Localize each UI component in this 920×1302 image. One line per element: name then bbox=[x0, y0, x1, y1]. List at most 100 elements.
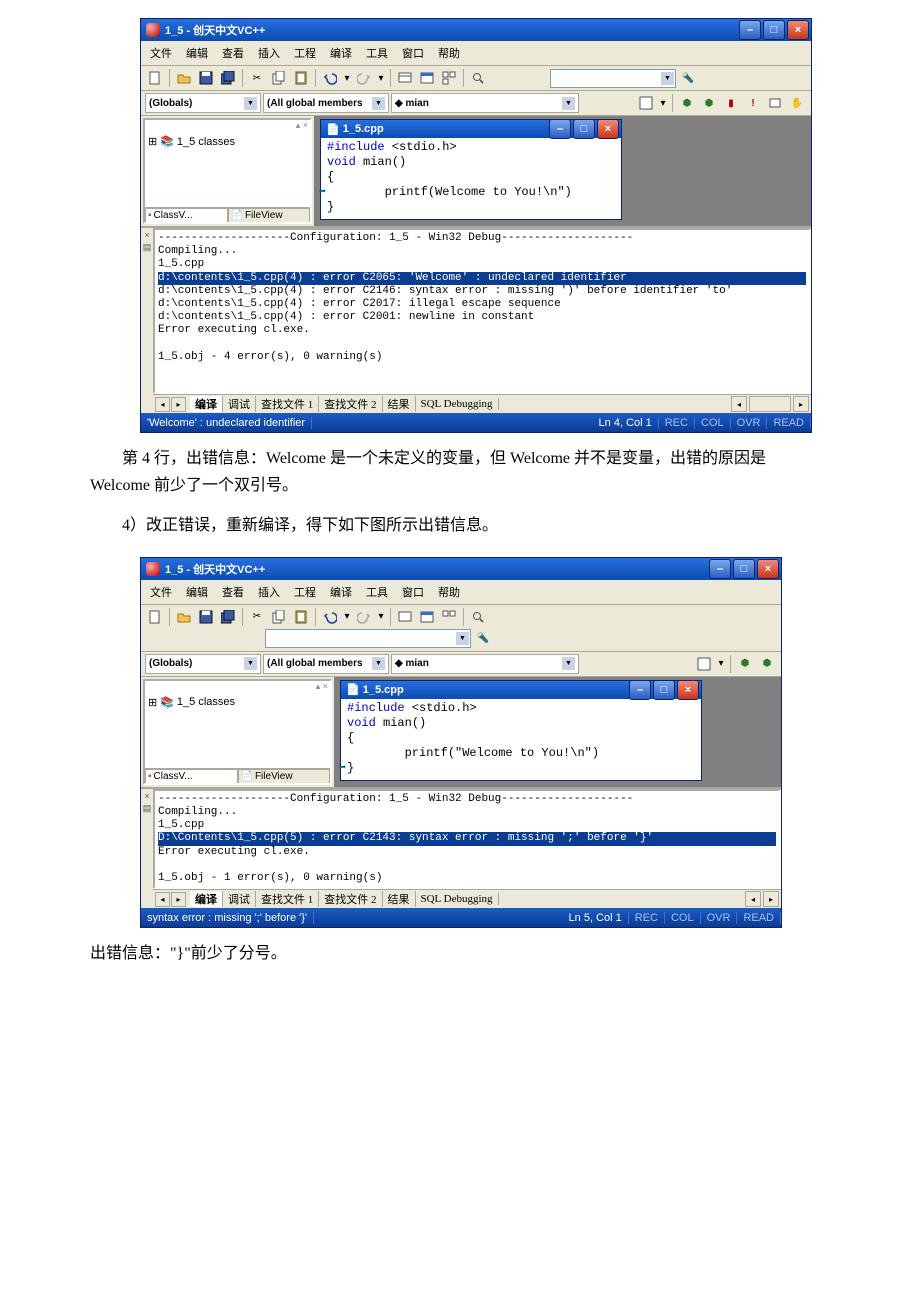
tab-fileview[interactable]: 📄FileView bbox=[228, 208, 311, 222]
build-icon[interactable]: ⬢ bbox=[677, 93, 697, 113]
outtab-build[interactable]: 编译 bbox=[190, 396, 223, 412]
scroll-left-icon[interactable]: ◂ bbox=[745, 891, 761, 907]
menu-edit[interactable]: 编辑 bbox=[183, 583, 211, 601]
go-icon[interactable] bbox=[765, 93, 785, 113]
close-button[interactable]: × bbox=[787, 20, 809, 40]
outtab-find1[interactable]: 查找文件 1 bbox=[256, 396, 319, 412]
output-pin-icon[interactable]: ▤ bbox=[143, 803, 152, 814]
workspace-icon[interactable] bbox=[395, 68, 415, 88]
find-combo[interactable]: ▼ bbox=[265, 629, 471, 648]
find-icon[interactable]: 🔦 bbox=[473, 629, 493, 649]
breakpoint-icon[interactable]: ✋ bbox=[787, 93, 807, 113]
save-all-icon[interactable] bbox=[218, 68, 238, 88]
expand-icon[interactable]: ⊞ bbox=[148, 696, 157, 709]
outtab-results[interactable]: 结果 bbox=[383, 396, 416, 412]
cut-icon[interactable]: ✂ bbox=[247, 68, 267, 88]
outtab-debug[interactable]: 调试 bbox=[223, 396, 256, 412]
scroll-right-icon[interactable]: ▸ bbox=[793, 396, 809, 412]
tab-fileview[interactable]: 📄FileView bbox=[238, 769, 331, 783]
menu-view[interactable]: 查看 bbox=[219, 44, 247, 62]
selected-error-line[interactable]: d:\contents\1_5.cpp(4) : error C2065: 'W… bbox=[158, 272, 806, 285]
build-icon[interactable]: ⬢ bbox=[735, 654, 755, 674]
code-editor[interactable]: #include <stdio.h> void mian() { ➡ print… bbox=[321, 138, 621, 219]
output-pin-icon[interactable]: ▤ bbox=[143, 242, 152, 253]
scroll-right-icon[interactable]: ▸ bbox=[763, 891, 779, 907]
menu-tools[interactable]: 工具 bbox=[363, 583, 391, 601]
tab-classview[interactable]: ▪ClassV... bbox=[145, 769, 238, 783]
child-close-button[interactable]: × bbox=[677, 680, 699, 700]
output-icon[interactable] bbox=[417, 607, 437, 627]
find-combo[interactable]: ▼ bbox=[550, 69, 676, 88]
maximize-button[interactable]: □ bbox=[763, 20, 785, 40]
outtab-prev-icon[interactable]: ◂ bbox=[155, 397, 170, 412]
redo-drop-icon[interactable]: ▾ bbox=[376, 607, 386, 627]
child-max-button[interactable]: □ bbox=[653, 680, 675, 700]
redo-icon[interactable] bbox=[354, 68, 374, 88]
menu-project[interactable]: 工程 bbox=[291, 583, 319, 601]
save-icon[interactable] bbox=[196, 607, 216, 627]
new-file-icon[interactable] bbox=[145, 68, 165, 88]
execute-icon[interactable]: ! bbox=[743, 93, 763, 113]
open-icon[interactable] bbox=[174, 607, 194, 627]
scope-combo[interactable]: (Globals)▼ bbox=[145, 93, 261, 113]
wiz-drop-icon[interactable]: ▾ bbox=[716, 654, 726, 674]
stop-build-icon[interactable]: ▮ bbox=[721, 93, 741, 113]
workspace-icon[interactable] bbox=[395, 607, 415, 627]
menu-build[interactable]: 编译 bbox=[327, 44, 355, 62]
expand-icon[interactable]: ⊞ bbox=[148, 135, 157, 148]
output-pane[interactable]: --------------------Configuration: 1_5 -… bbox=[153, 228, 811, 394]
titlebar[interactable]: 1_5 - 创天中文VC++ – □ × bbox=[141, 558, 781, 580]
outtab-next-icon[interactable]: ▸ bbox=[171, 892, 186, 907]
paste-icon[interactable] bbox=[291, 607, 311, 627]
undo-icon[interactable] bbox=[320, 607, 340, 627]
menu-insert[interactable]: 插入 bbox=[255, 583, 283, 601]
cut-icon[interactable]: ✂ bbox=[247, 607, 267, 627]
wiz-action-icon[interactable] bbox=[636, 93, 656, 113]
new-file-icon[interactable] bbox=[145, 607, 165, 627]
menu-tools[interactable]: 工具 bbox=[363, 44, 391, 62]
output-pane[interactable]: --------------------Configuration: 1_5 -… bbox=[153, 789, 781, 889]
outtab-sql[interactable]: SQL Debugging bbox=[416, 893, 499, 905]
outtab-prev-icon[interactable]: ◂ bbox=[155, 892, 170, 907]
menu-window[interactable]: 窗口 bbox=[399, 583, 427, 601]
tree-node-classes[interactable]: ⊞ 📚 1_5 classes bbox=[148, 135, 307, 148]
open-icon[interactable] bbox=[174, 68, 194, 88]
copy-icon[interactable] bbox=[269, 68, 289, 88]
outtab-debug[interactable]: 调试 bbox=[223, 891, 256, 907]
menu-insert[interactable]: 插入 bbox=[255, 44, 283, 62]
outtab-sql[interactable]: SQL Debugging bbox=[416, 398, 499, 410]
outtab-find2[interactable]: 查找文件 2 bbox=[319, 396, 382, 412]
undo-drop-icon[interactable]: ▾ bbox=[342, 607, 352, 627]
build-all-icon[interactable]: ⬢ bbox=[757, 654, 777, 674]
output-close-icon[interactable]: × bbox=[144, 791, 149, 801]
child-max-button[interactable]: □ bbox=[573, 119, 595, 139]
close-button[interactable]: × bbox=[757, 559, 779, 579]
menu-file[interactable]: 文件 bbox=[147, 583, 175, 601]
menu-project[interactable]: 工程 bbox=[291, 44, 319, 62]
redo-icon[interactable] bbox=[354, 607, 374, 627]
output-close-icon[interactable]: × bbox=[144, 230, 149, 240]
wiz-action-icon[interactable] bbox=[694, 654, 714, 674]
outtab-find1[interactable]: 查找文件 1 bbox=[256, 891, 319, 907]
window-list-icon[interactable] bbox=[439, 68, 459, 88]
titlebar[interactable]: 1_5 - 创天中文VC++ – □ × bbox=[141, 19, 811, 41]
function-combo[interactable]: ◆ mian▼ bbox=[391, 93, 579, 113]
tree-node-classes[interactable]: ⊞ 📚 1_5 classes bbox=[148, 696, 327, 709]
members-combo[interactable]: (All global members▼ bbox=[263, 654, 389, 674]
paste-icon[interactable] bbox=[291, 68, 311, 88]
save-all-icon[interactable] bbox=[218, 607, 238, 627]
tab-classview[interactable]: ▪ClassV... bbox=[145, 208, 228, 222]
copy-icon[interactable] bbox=[269, 607, 289, 627]
outtab-find2[interactable]: 查找文件 2 bbox=[319, 891, 382, 907]
scope-combo[interactable]: (Globals)▼ bbox=[145, 654, 261, 674]
minimize-button[interactable]: – bbox=[739, 20, 761, 40]
child-min-button[interactable]: – bbox=[629, 680, 651, 700]
find-in-files-icon[interactable] bbox=[468, 607, 488, 627]
maximize-button[interactable]: □ bbox=[733, 559, 755, 579]
child-close-button[interactable]: × bbox=[597, 119, 619, 139]
output-icon[interactable] bbox=[417, 68, 437, 88]
menu-help[interactable]: 帮助 bbox=[435, 44, 463, 62]
child-min-button[interactable]: – bbox=[549, 119, 571, 139]
redo-drop-icon[interactable]: ▾ bbox=[376, 68, 386, 88]
minimize-button[interactable]: – bbox=[709, 559, 731, 579]
